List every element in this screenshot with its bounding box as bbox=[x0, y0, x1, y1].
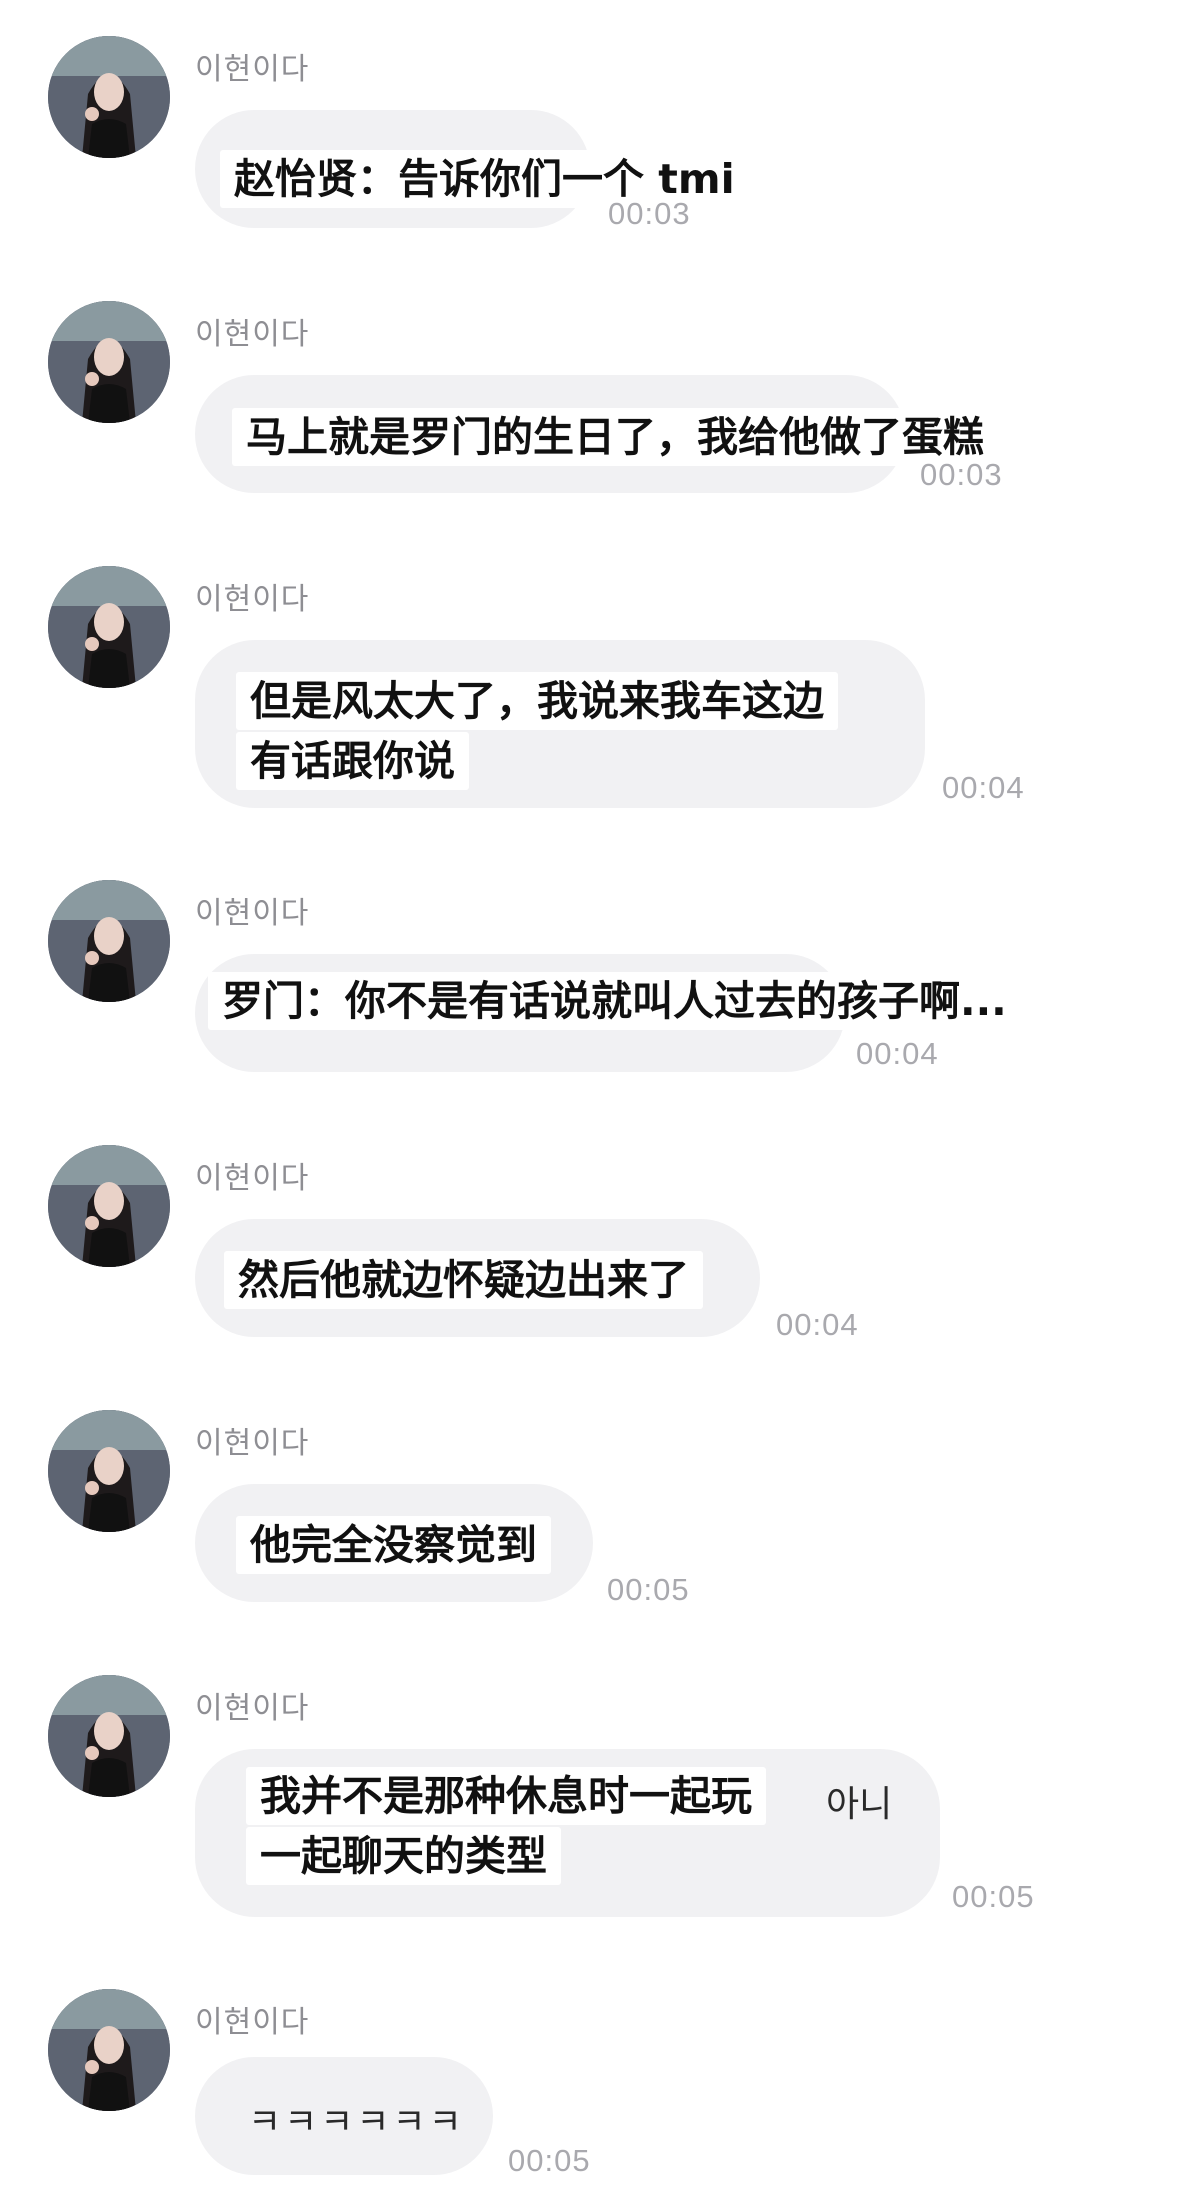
avatar-photo-icon bbox=[48, 36, 170, 158]
sender-name: 이현이다 bbox=[195, 1161, 310, 1196]
message-timestamp: 00:04 bbox=[856, 1036, 939, 1071]
sender-name: 이현이다 bbox=[195, 896, 310, 931]
chat-message: 이현이다 但是风太大了，我说来我车这边 有话跟你说 00:04 bbox=[0, 530, 1178, 844]
message-timestamp: 00:03 bbox=[608, 196, 691, 231]
avatar-photo-icon bbox=[48, 566, 170, 688]
sender-avatar[interactable] bbox=[48, 1989, 170, 2111]
sender-avatar[interactable] bbox=[48, 1410, 170, 1532]
message-caption: 然后他就边怀疑边出来了 bbox=[224, 1251, 703, 1309]
message-timestamp: 00:05 bbox=[607, 1572, 690, 1607]
chat-message: 이현이다 赵怡贤：告诉你们一个 tmi 00:03 bbox=[0, 0, 1178, 265]
chat-message: 이현이다 아니 我并不是那种休息时一起玩 一起聊天的类型 00:05 bbox=[0, 1639, 1178, 1953]
message-timestamp: 00:04 bbox=[776, 1307, 859, 1342]
avatar-photo-icon bbox=[48, 1989, 170, 2111]
avatar-photo-icon bbox=[48, 301, 170, 423]
message-caption: 罗门：你不是有话说就叫人过去的孩子啊... bbox=[208, 972, 1021, 1030]
message-timestamp: 00:05 bbox=[952, 1879, 1035, 1914]
chat-message: 이현이다 ㅋㅋㅋㅋㅋㅋ 00:05 bbox=[0, 1953, 1178, 2205]
sender-name: 이현이다 bbox=[195, 52, 310, 87]
sender-avatar[interactable] bbox=[48, 1675, 170, 1797]
message-timestamp: 00:05 bbox=[508, 2143, 591, 2178]
message-timestamp: 00:03 bbox=[920, 457, 1003, 492]
sender-avatar[interactable] bbox=[48, 880, 170, 1002]
chat-message: 이현이다 然后他就边怀疑边出来了 00:04 bbox=[0, 1109, 1178, 1374]
sender-name: 이현이다 bbox=[195, 582, 310, 617]
sender-avatar[interactable] bbox=[48, 1145, 170, 1267]
chat-message: 이현이다 罗门：你不是有话说就叫人过去的孩子啊... 00:04 bbox=[0, 844, 1178, 1109]
message-caption: 马上就是罗门的生日了，我给他做了蛋糕 bbox=[232, 408, 998, 466]
sender-name: 이현이다 bbox=[195, 1426, 310, 1461]
message-timestamp: 00:04 bbox=[942, 770, 1025, 805]
message-caption-line-2: 一起聊天的类型 bbox=[246, 1827, 561, 1885]
avatar-photo-icon bbox=[48, 880, 170, 1002]
message-caption: 他完全没察觉到 bbox=[236, 1516, 551, 1574]
chat-message: 이현이다 马上就是罗门的生日了，我给他做了蛋糕 00:03 bbox=[0, 265, 1178, 530]
sender-name: 이현이다 bbox=[195, 317, 310, 352]
sender-name: 이현이다 bbox=[195, 1691, 310, 1726]
sender-avatar[interactable] bbox=[48, 36, 170, 158]
avatar-photo-icon bbox=[48, 1145, 170, 1267]
avatar-photo-icon bbox=[48, 1410, 170, 1532]
message-caption-line-1: 但是风太大了，我说来我车这边 bbox=[236, 672, 838, 730]
message-caption-line-2: 有话跟你说 bbox=[236, 732, 469, 790]
sender-name: 이현이다 bbox=[195, 2005, 310, 2040]
message-raw-text: 아니 bbox=[826, 1784, 893, 1825]
avatar-photo-icon bbox=[48, 1675, 170, 1797]
sender-avatar[interactable] bbox=[48, 301, 170, 423]
chat-message: 이현이다 他完全没察觉到 00:05 bbox=[0, 1374, 1178, 1639]
sender-avatar[interactable] bbox=[48, 566, 170, 688]
message-caption-line-1: 我并不是那种休息时一起玩 bbox=[246, 1767, 766, 1825]
message-raw-text: ㅋㅋㅋㅋㅋㅋ bbox=[248, 2102, 465, 2143]
